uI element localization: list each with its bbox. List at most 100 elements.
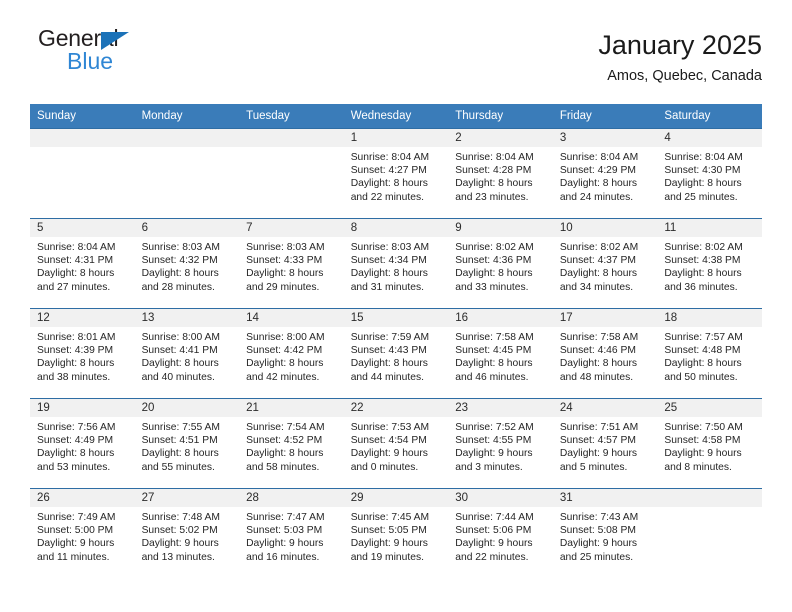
brand-logo[interactable]: General Blue — [30, 26, 150, 80]
day-cell[interactable]: 30 Sunrise: 7:44 AM Sunset: 5:06 PM Dayligh… — [448, 488, 553, 579]
day-details: Sunrise: 8:00 AM Sunset: 4:41 PM Daylight:… — [135, 327, 240, 384]
sunset-time: Sunset: 5:03 PM — [246, 525, 323, 537]
day-cell[interactable]: 1 Sunrise: 8:04 AM Sunset: 4:27 PM Daylight… — [343, 128, 449, 219]
daylight-duration-line2: and 19 minutes. — [350, 551, 424, 563]
day-details: Sunrise: 8:03 AM Sunset: 4:34 PM Daylight:… — [344, 237, 449, 294]
day-cell[interactable]: 23 Sunrise: 7:52 AM Sunset: 4:55 PM Dayligh… — [448, 398, 553, 489]
day-number: 7 — [239, 219, 344, 237]
sunset-time: Sunset: 4:36 PM — [455, 255, 532, 267]
day-details: Sunrise: 7:58 AM Sunset: 4:45 PM Daylight:… — [448, 327, 553, 384]
day-number: 4 — [657, 129, 762, 147]
day-cell[interactable]: 9 Sunrise: 8:02 AM Sunset: 4:36 PM Daylight… — [448, 218, 553, 309]
day-number: 25 — [657, 399, 762, 417]
day-cell[interactable]: 10 Sunrise: 8:02 AM Sunset: 4:37 PM Dayligh… — [552, 218, 658, 309]
day-cell-empty — [30, 128, 135, 219]
day-number: 29 — [343, 489, 449, 507]
day-cell[interactable]: 14 Sunrise: 8:00 AM Sunset: 4:42 PM Dayligh… — [239, 308, 344, 399]
daylight-duration-line1: Daylight: 8 hours — [559, 178, 638, 190]
day-cell[interactable]: 6 Sunrise: 8:03 AM Sunset: 4:32 PM Daylight… — [134, 218, 240, 309]
weekday-header-thursday: Thursday — [448, 104, 553, 129]
daylight-duration-line1: Daylight: 8 hours — [559, 358, 638, 370]
sunrise-time: Sunrise: 7:59 AM — [350, 332, 430, 343]
day-cell[interactable]: 12 Sunrise: 8:01 AM Sunset: 4:39 PM Dayligh… — [30, 308, 135, 399]
day-details: Sunrise: 7:54 AM Sunset: 4:52 PM Daylight:… — [239, 417, 344, 474]
daylight-duration-line1: Daylight: 9 hours — [664, 448, 742, 460]
day-number: 30 — [448, 489, 553, 507]
weekday-header-saturday: Saturday — [657, 104, 762, 129]
day-cell[interactable]: 27 Sunrise: 7:48 AM Sunset: 5:02 PM Dayligh… — [134, 488, 240, 579]
day-details: Sunrise: 7:51 AM Sunset: 4:57 PM Daylight:… — [553, 417, 658, 474]
sunrise-time: Sunrise: 8:00 AM — [141, 332, 220, 343]
daylight-duration-line1: Daylight: 8 hours — [664, 178, 742, 190]
sunrise-time: Sunrise: 7:58 AM — [455, 332, 534, 343]
day-cell[interactable]: 18 Sunrise: 7:57 AM Sunset: 4:48 PM Dayligh… — [657, 308, 762, 399]
sunset-time: Sunset: 4:55 PM — [455, 435, 532, 447]
day-cell[interactable]: 15 Sunrise: 7:59 AM Sunset: 4:43 PM Dayligh… — [343, 308, 449, 399]
sunrise-time: Sunrise: 7:57 AM — [664, 332, 743, 343]
sunset-time: Sunset: 5:08 PM — [559, 525, 636, 537]
day-number: 10 — [552, 219, 658, 237]
day-cell[interactable]: 2 Sunrise: 8:04 AM Sunset: 4:28 PM Daylight… — [448, 128, 553, 219]
sunset-time: Sunset: 4:51 PM — [141, 435, 218, 447]
daylight-duration-line2: and 33 minutes. — [455, 281, 529, 293]
day-number: 15 — [343, 309, 449, 327]
day-number: 3 — [552, 129, 658, 147]
day-number: 20 — [134, 399, 240, 417]
day-cell[interactable]: 5 Sunrise: 8:04 AM Sunset: 4:31 PM Daylight… — [30, 218, 135, 309]
day-cell[interactable]: 21 Sunrise: 7:54 AM Sunset: 4:52 PM Dayligh… — [239, 398, 344, 489]
sunset-time: Sunset: 4:57 PM — [559, 435, 636, 447]
daylight-duration-line1: Daylight: 8 hours — [141, 448, 219, 460]
daylight-duration-line1: Daylight: 8 hours — [664, 268, 742, 280]
day-cell[interactable]: 11 Sunrise: 8:02 AM Sunset: 4:38 PM Dayligh… — [657, 218, 762, 309]
day-details: Sunrise: 7:44 AM Sunset: 5:06 PM Daylight:… — [448, 507, 553, 564]
day-cell[interactable]: 22 Sunrise: 7:53 AM Sunset: 4:54 PM Dayligh… — [343, 398, 449, 489]
sunrise-time: Sunrise: 7:45 AM — [350, 512, 430, 523]
day-cell[interactable]: 24 Sunrise: 7:51 AM Sunset: 4:57 PM Dayligh… — [552, 398, 658, 489]
daylight-duration-line2: and 55 minutes. — [141, 461, 215, 473]
day-number: 1 — [343, 129, 449, 147]
day-cell[interactable]: 17 Sunrise: 7:58 AM Sunset: 4:46 PM Dayligh… — [552, 308, 658, 399]
day-cell[interactable]: 20 Sunrise: 7:55 AM Sunset: 4:51 PM Dayligh… — [134, 398, 240, 489]
day-cell[interactable]: 29 Sunrise: 7:45 AM Sunset: 5:05 PM Dayligh… — [343, 488, 449, 579]
sunset-time: Sunset: 4:39 PM — [37, 345, 114, 357]
day-cell[interactable]: 7 Sunrise: 8:03 AM Sunset: 4:33 PM Daylight… — [239, 218, 344, 309]
day-cell[interactable]: 26 Sunrise: 7:49 AM Sunset: 5:00 PM Dayligh… — [30, 488, 135, 579]
sunset-time: Sunset: 4:28 PM — [455, 165, 532, 177]
day-cell[interactable]: 8 Sunrise: 8:03 AM Sunset: 4:34 PM Daylight… — [343, 218, 449, 309]
sunset-time: Sunset: 4:46 PM — [559, 345, 636, 357]
day-number: 14 — [239, 309, 344, 327]
day-number: 21 — [239, 399, 344, 417]
daylight-duration-line1: Daylight: 8 hours — [246, 448, 324, 460]
day-cell[interactable]: 28 Sunrise: 7:47 AM Sunset: 5:03 PM Dayligh… — [239, 488, 344, 579]
daylight-duration-line2: and 36 minutes. — [664, 281, 738, 293]
day-number: 16 — [448, 309, 553, 327]
day-details: Sunrise: 8:02 AM Sunset: 4:38 PM Daylight:… — [657, 237, 762, 294]
day-cell[interactable]: 3 Sunrise: 8:04 AM Sunset: 4:29 PM Daylight… — [552, 128, 658, 219]
day-cell[interactable]: 4 Sunrise: 8:04 AM Sunset: 4:30 PM Daylight… — [657, 128, 762, 219]
sunrise-time: Sunrise: 8:04 AM — [350, 152, 430, 163]
sunset-time: Sunset: 4:38 PM — [664, 255, 741, 267]
day-cell[interactable]: 19 Sunrise: 7:56 AM Sunset: 4:49 PM Dayligh… — [30, 398, 135, 489]
day-details: Sunrise: 7:48 AM Sunset: 5:02 PM Daylight:… — [135, 507, 240, 564]
day-details: Sunrise: 8:04 AM Sunset: 4:30 PM Daylight:… — [657, 147, 762, 204]
day-cell[interactable]: 16 Sunrise: 7:58 AM Sunset: 4:45 PM Dayligh… — [448, 308, 553, 399]
daylight-duration-line1: Daylight: 9 hours — [141, 538, 219, 550]
sunset-time: Sunset: 4:29 PM — [559, 165, 636, 177]
daylight-duration-line2: and 5 minutes. — [559, 461, 628, 473]
day-cell[interactable]: 25 Sunrise: 7:50 AM Sunset: 4:58 PM Dayligh… — [657, 398, 762, 489]
daylight-duration-line1: Daylight: 8 hours — [455, 268, 533, 280]
daylight-duration-line1: Daylight: 8 hours — [37, 358, 115, 370]
day-number: 24 — [552, 399, 658, 417]
day-cell[interactable]: 31 Sunrise: 7:43 AM Sunset: 5:08 PM Dayligh… — [552, 488, 658, 579]
sunrise-time: Sunrise: 8:03 AM — [350, 242, 430, 253]
day-details: Sunrise: 7:47 AM Sunset: 5:03 PM Daylight:… — [239, 507, 344, 564]
day-number: 18 — [657, 309, 762, 327]
weekday-header-wednesday: Wednesday — [343, 104, 449, 129]
sunrise-time: Sunrise: 8:04 AM — [37, 242, 116, 253]
daylight-duration-line2: and 46 minutes. — [455, 371, 529, 383]
daylight-duration-line1: Daylight: 8 hours — [246, 268, 324, 280]
daylight-duration-line2: and 3 minutes. — [455, 461, 523, 473]
daylight-duration-line1: Daylight: 8 hours — [350, 178, 428, 190]
day-cell[interactable]: 13 Sunrise: 8:00 AM Sunset: 4:41 PM Dayligh… — [134, 308, 240, 399]
day-number: 22 — [343, 399, 449, 417]
